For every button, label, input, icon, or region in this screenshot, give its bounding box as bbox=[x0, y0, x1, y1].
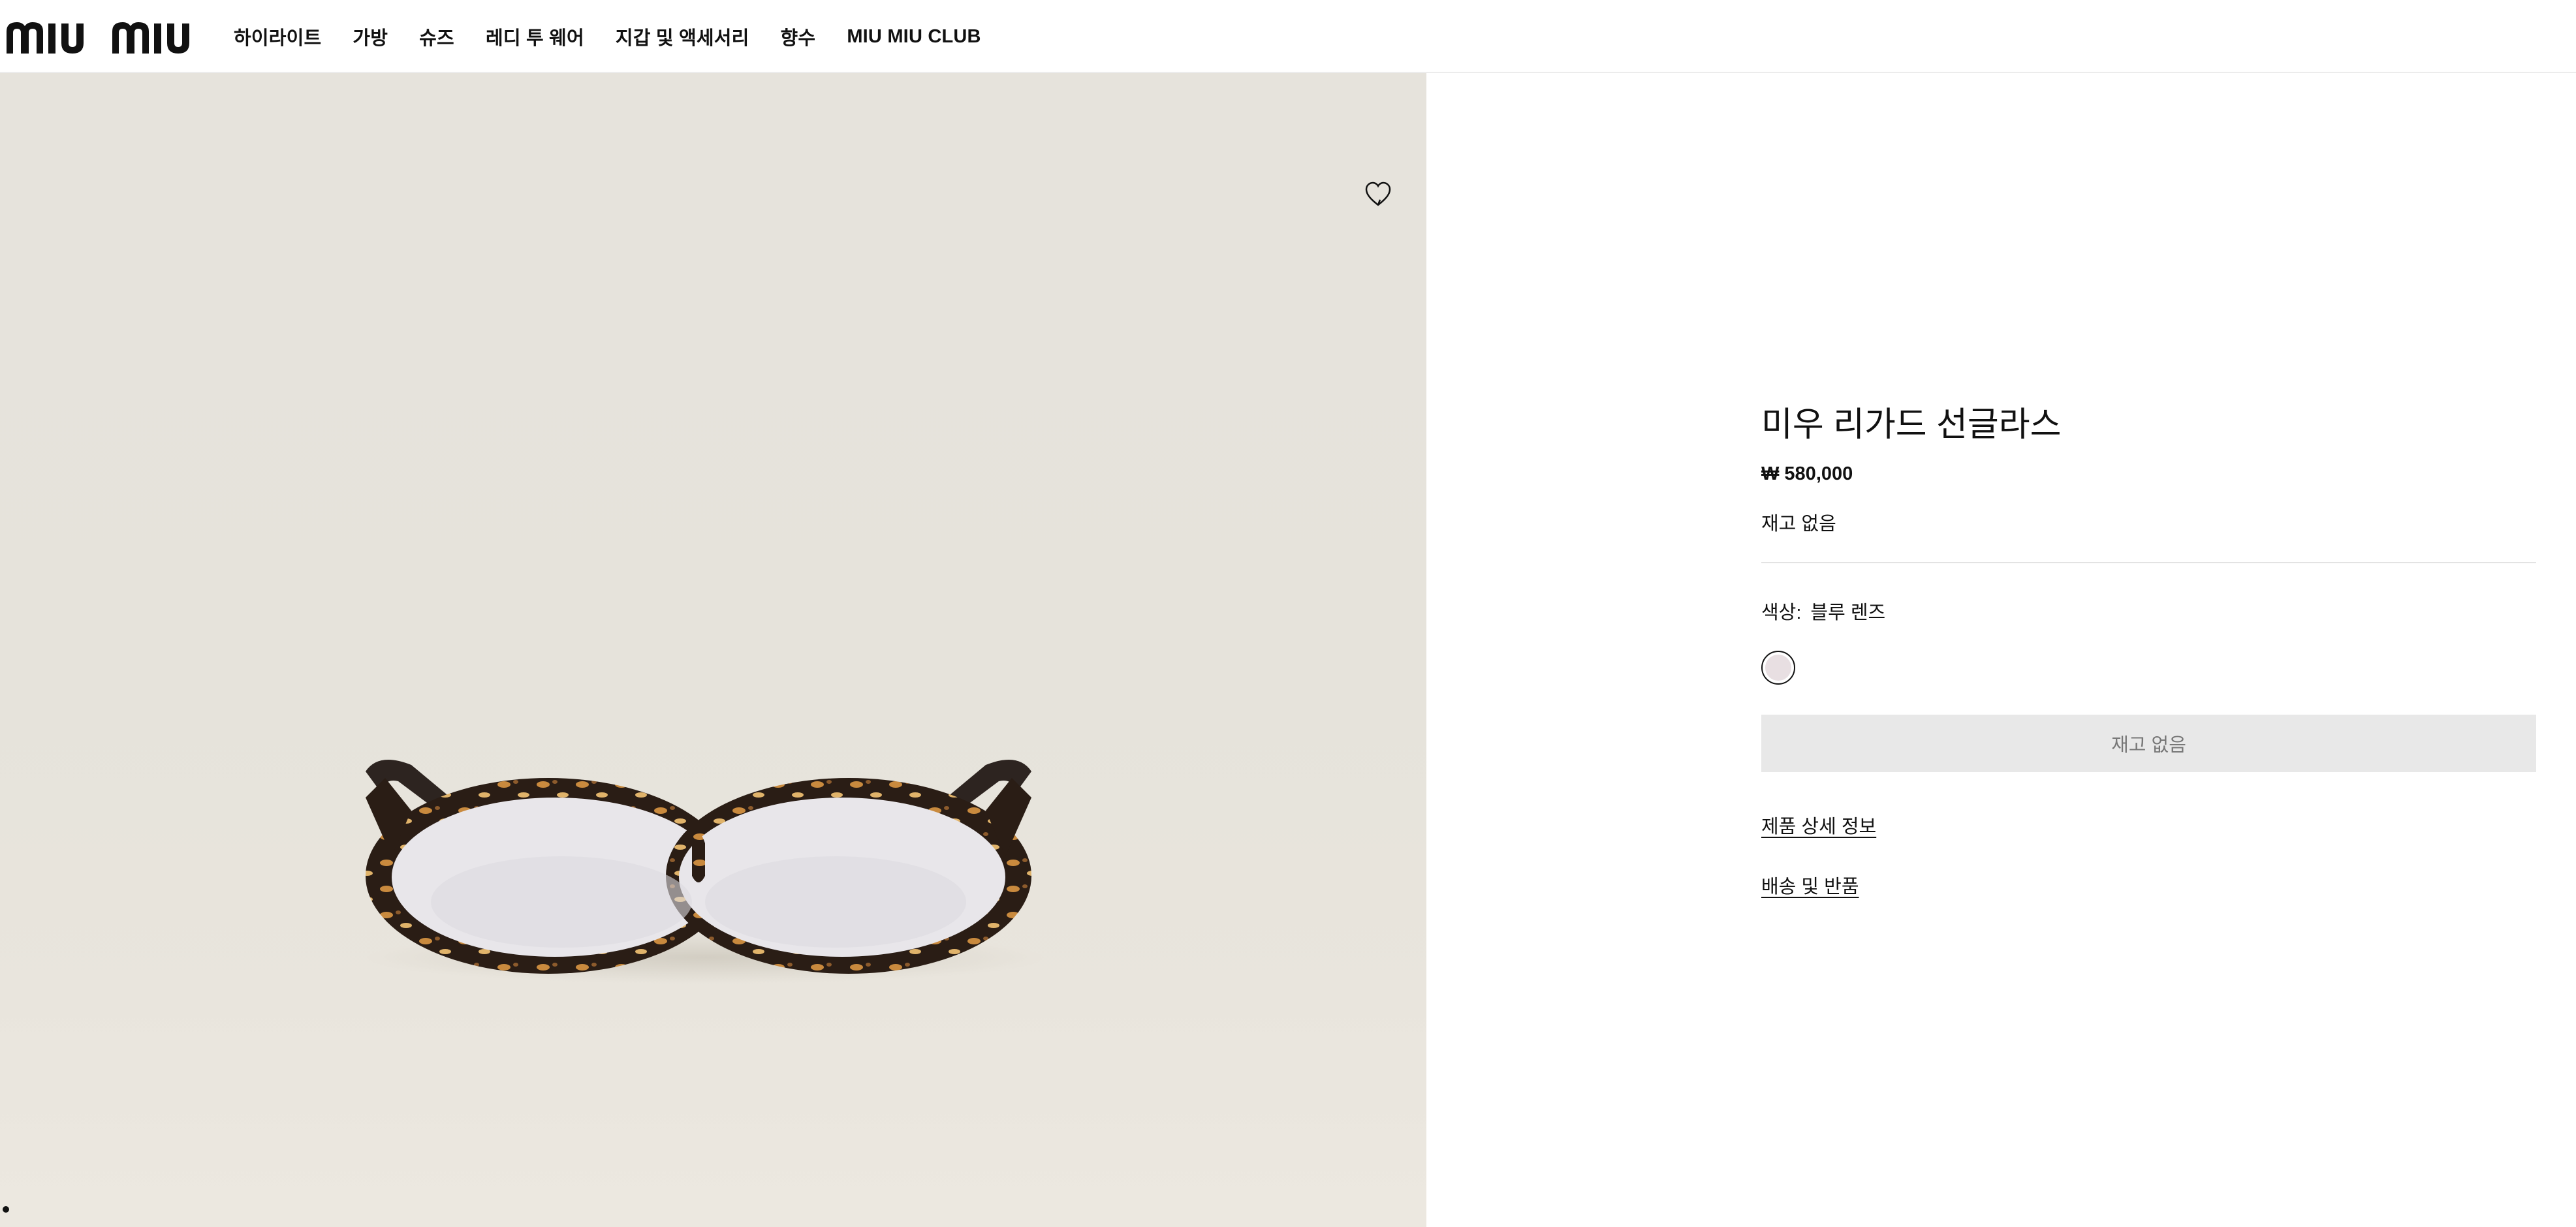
product-image-gallery[interactable] bbox=[0, 73, 1426, 1227]
swatch-fill bbox=[1765, 655, 1791, 681]
image-background bbox=[0, 73, 1426, 1227]
nav-fragrance[interactable]: 향수 bbox=[781, 23, 816, 50]
availability-status: 재고 없음 bbox=[1761, 514, 1836, 535]
color-value: 블루 렌즈 bbox=[1810, 602, 1886, 624]
color-swatch-blue-lens[interactable] bbox=[1761, 651, 1795, 685]
color-selector-label: 색상: 블루 렌즈 bbox=[1761, 597, 2536, 625]
product-details-link[interactable]: 제품 상세 정보 bbox=[1761, 811, 1876, 839]
product-image-sunglasses bbox=[366, 760, 1045, 984]
miu-miu-logo[interactable] bbox=[7, 18, 201, 54]
product-title: 미우 리가드 선글라스 bbox=[1761, 406, 2062, 444]
nav-miu-miu-club[interactable]: MIU MIU CLUB bbox=[847, 26, 981, 48]
nav-bags[interactable]: 가방 bbox=[353, 23, 388, 50]
main-nav: 하이라이트 가방 슈즈 레디 투 웨어 지갑 및 액세서리 향수 MIU MIU… bbox=[234, 0, 981, 73]
nav-highlights[interactable]: 하이라이트 bbox=[234, 23, 321, 50]
gallery-dot-1[interactable] bbox=[3, 1206, 9, 1213]
nav-wallets-accessories[interactable]: 지갑 및 액세서리 bbox=[616, 23, 749, 50]
heart-icon[interactable] bbox=[1364, 181, 1392, 208]
site-header: 하이라이트 가방 슈즈 레디 투 웨어 지갑 및 액세서리 향수 MIU MIU… bbox=[0, 0, 2576, 73]
color-label: 색상: bbox=[1761, 602, 1802, 624]
product-price: ₩ 580,000 bbox=[1761, 463, 1853, 485]
out-of-stock-button[interactable]: 재고 없음 bbox=[1761, 715, 2536, 773]
divider bbox=[1761, 562, 2536, 564]
nav-shoes[interactable]: 슈즈 bbox=[419, 23, 454, 50]
nav-ready-to-wear[interactable]: 레디 투 웨어 bbox=[486, 23, 584, 50]
shipping-returns-link[interactable]: 배송 및 반품 bbox=[1761, 871, 1859, 899]
gallery-pagination bbox=[3, 1206, 9, 1227]
product-info: 미우 리가드 선글라스 ₩ 580,000 재고 없음 색상: 블루 렌즈 재고… bbox=[1761, 405, 2536, 899]
